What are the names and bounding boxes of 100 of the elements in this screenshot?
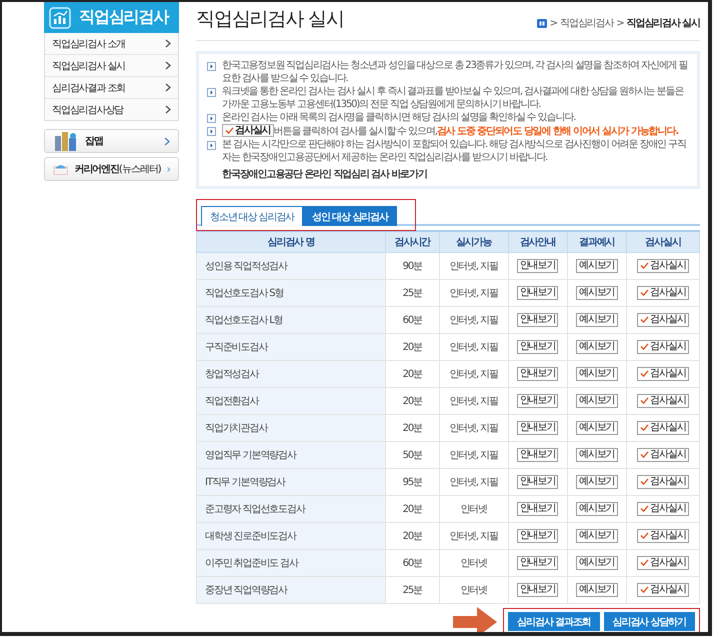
test-name-link[interactable]: 대학생 진로준비도검사 xyxy=(205,530,296,542)
checkmark-icon xyxy=(640,451,650,458)
sidebar-menu-item[interactable]: 직업심리검사 실시 xyxy=(45,55,178,77)
guide-button[interactable]: 안내보기 xyxy=(516,286,558,300)
test-name-link[interactable]: 창업적성검사 xyxy=(205,368,258,380)
guide-button[interactable]: 안내보기 xyxy=(516,258,558,272)
bullet-icon xyxy=(207,141,216,150)
example-button[interactable]: 예시보기 xyxy=(576,474,618,488)
chevron-right-icon xyxy=(166,164,170,174)
example-button[interactable]: 예시보기 xyxy=(576,312,618,326)
test-name-link[interactable]: 직업가치관검사 xyxy=(205,422,268,434)
start-test-button[interactable]: 검사실시 xyxy=(637,556,689,570)
guide-button[interactable]: 안내보기 xyxy=(516,448,558,462)
tab[interactable]: 성인 대상 심리검사 xyxy=(303,206,397,226)
column-header: 결과예시 xyxy=(567,230,626,252)
sidebar-link-card[interactable]: 잡맵 xyxy=(44,129,179,153)
table-cell: 인터넷 xyxy=(439,576,508,603)
example-button[interactable]: 예시보기 xyxy=(576,502,618,516)
guide-button[interactable]: 안내보기 xyxy=(516,528,558,542)
example-button[interactable]: 예시보기 xyxy=(576,286,618,300)
table-cell: 인터넷, 지필 xyxy=(439,333,508,360)
start-test-button[interactable]: 검사실시 xyxy=(637,340,689,354)
table-cell: 50분 xyxy=(386,441,440,468)
checkmark-icon xyxy=(640,505,650,512)
guide-button[interactable]: 안내보기 xyxy=(516,582,558,596)
test-name-link[interactable]: 중장년 직업역량검사 xyxy=(205,584,287,596)
guide-button[interactable]: 안내보기 xyxy=(516,502,558,516)
table-cell: 20분 xyxy=(386,522,440,549)
start-test-button[interactable]: 검사실시 xyxy=(637,366,689,380)
sidebar-menu-item[interactable]: 직업심리검사 소개 xyxy=(45,33,178,55)
sidebar-menu-item[interactable]: 심리검사결과 조회 xyxy=(45,77,178,99)
example-button[interactable]: 예시보기 xyxy=(576,420,618,434)
start-test-button[interactable]: 검사실시 xyxy=(637,502,689,516)
column-header: 검사시간 xyxy=(386,230,440,252)
example-button[interactable]: 예시보기 xyxy=(576,556,618,570)
start-test-button[interactable]: 검사실시 xyxy=(637,582,689,596)
start-test-button[interactable]: 검사실시 xyxy=(637,528,689,542)
arrow-icon xyxy=(453,606,498,632)
example-button[interactable]: 예시보기 xyxy=(576,340,618,354)
bullet-icon xyxy=(207,127,216,136)
action-button[interactable]: 심리검사 상담하기 xyxy=(604,612,695,631)
breadcrumb-separator: > xyxy=(550,18,558,28)
notice-link[interactable]: 한국장애인고용공단 온라인 직업심리 검사 바로가기 xyxy=(222,167,691,181)
table-cell: 인터넷, 지필 xyxy=(439,360,508,387)
guide-button[interactable]: 안내보기 xyxy=(516,312,558,326)
guide-button[interactable]: 안내보기 xyxy=(516,340,558,354)
checkmark-icon xyxy=(640,559,650,566)
example-button[interactable]: 예시보기 xyxy=(576,258,618,272)
start-test-button[interactable]: 검사실시 xyxy=(637,394,689,408)
table-cell: 인터넷, 지필 xyxy=(439,441,508,468)
checkmark-icon xyxy=(640,532,650,539)
guide-button[interactable]: 안내보기 xyxy=(516,420,558,434)
checkmark-icon xyxy=(225,127,234,134)
example-button[interactable]: 예시보기 xyxy=(576,394,618,408)
guide-button[interactable]: 안내보기 xyxy=(516,366,558,380)
example-button[interactable]: 예시보기 xyxy=(576,366,618,380)
guide-button[interactable]: 안내보기 xyxy=(516,556,558,570)
table-cell: 25분 xyxy=(386,576,440,603)
checkmark-icon xyxy=(640,289,650,296)
start-test-button[interactable]: 검사실시 xyxy=(637,258,689,272)
sidebar-link-card[interactable]: 커리어엔진(뉴스레터) xyxy=(44,157,179,181)
table-cell: 인터넷, 지필 xyxy=(439,252,508,279)
start-test-button[interactable]: 검사실시 xyxy=(637,286,689,300)
test-name-link[interactable]: 직업전환검사 xyxy=(205,396,258,406)
guide-button[interactable]: 안내보기 xyxy=(516,474,558,488)
test-name-link[interactable]: 성인용 직업적성검사 xyxy=(205,260,287,272)
start-test-button[interactable]: 검사실시 xyxy=(637,312,689,326)
sidebar-title: 직업심리검사 xyxy=(79,7,168,28)
bullet-icon xyxy=(207,88,216,97)
breadcrumb-link[interactable]: 직업심리검사 xyxy=(560,16,614,30)
test-name-link[interactable]: 직업선호도검사 L형 xyxy=(205,314,283,326)
bullet-icon xyxy=(207,62,216,71)
guide-button[interactable]: 안내보기 xyxy=(516,394,558,408)
table-cell: 인터넷 xyxy=(439,549,508,576)
chart-icon xyxy=(49,6,71,28)
example-button[interactable]: 예시보기 xyxy=(576,448,618,462)
checkmark-icon xyxy=(640,343,650,350)
breadcrumb-link[interactable]: 직업심리검사 실시 xyxy=(626,16,700,30)
checkmark-icon xyxy=(640,424,650,431)
sidebar-menu-item[interactable]: 직업심리검사상담 xyxy=(45,99,178,120)
table-cell: 인터넷, 지필 xyxy=(439,387,508,414)
checkmark-icon xyxy=(640,397,650,404)
column-header: 심리검사 명 xyxy=(196,230,386,252)
test-name-link[interactable]: 영업직무 기본역량검사 xyxy=(205,450,296,460)
start-test-button[interactable]: 검사실시 xyxy=(637,448,689,462)
table-cell: 인터넷, 지필 xyxy=(439,306,508,333)
example-button[interactable]: 예시보기 xyxy=(576,582,618,596)
table-cell: 20분 xyxy=(386,387,440,414)
test-name-link[interactable]: 직업선호도검사 S형 xyxy=(205,288,284,298)
action-button[interactable]: 심리검사 결과조회 xyxy=(508,612,600,631)
start-test-button[interactable]: 검사실시 xyxy=(637,420,689,434)
table-cell: 인터넷, 지필 xyxy=(439,522,508,549)
test-name-link[interactable]: IT직무 기본역량검사 xyxy=(205,476,285,488)
start-test-button[interactable]: 검사실시 xyxy=(637,474,689,488)
example-button[interactable]: 예시보기 xyxy=(576,528,618,542)
table-cell: 인터넷, 지필 xyxy=(439,468,508,495)
test-name-link[interactable]: 구직준비도검사 xyxy=(205,342,268,352)
chevron-right-icon xyxy=(165,83,171,92)
chevron-right-icon xyxy=(164,136,170,146)
tab[interactable]: 청소년 대상 심리검사 xyxy=(201,206,304,226)
